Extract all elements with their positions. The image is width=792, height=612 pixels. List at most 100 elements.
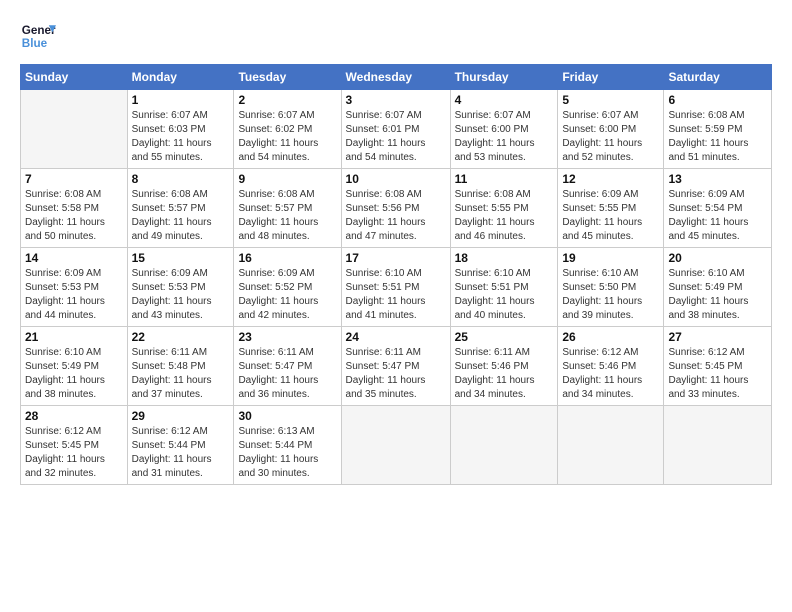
calendar-cell: 12 Sunrise: 6:09 AM Sunset: 5:55 PM Dayli… bbox=[558, 169, 664, 248]
calendar-cell: 28Sunrise: 6:12 AM Sunset: 5:45 PM Dayli… bbox=[21, 406, 128, 485]
calendar-cell: 22 Sunrise: 6:11 AM Sunset: 5:48 PM Dayli… bbox=[127, 327, 234, 406]
svg-text:Blue: Blue bbox=[22, 37, 48, 50]
day-info: Sunrise: 6:11 AM Sunset: 5:48 PM Dayligh… bbox=[132, 346, 230, 402]
day-number: 19 bbox=[562, 251, 659, 265]
day-info: Sunrise: 6:12 AM Sunset: 5:46 PM Dayligh… bbox=[562, 346, 659, 402]
calendar-cell: 3 Sunrise: 6:07 AM Sunset: 6:01 PM Daylig… bbox=[341, 90, 450, 169]
day-number: 17 bbox=[346, 251, 446, 265]
day-info: Sunrise: 6:08 AM Sunset: 5:59 PM Dayligh… bbox=[668, 109, 767, 165]
day-number: 10 bbox=[346, 172, 446, 186]
day-number: 5 bbox=[562, 93, 659, 107]
day-number: 24 bbox=[346, 330, 446, 344]
calendar-week-row: 21 Sunrise: 6:10 AM Sunset: 5:49 PM Dayli… bbox=[21, 327, 772, 406]
weekday-header: Tuesday bbox=[234, 65, 341, 90]
day-info: Sunrise: 6:11 AM Sunset: 5:47 PM Dayligh… bbox=[238, 346, 336, 402]
calendar-cell: 9 Sunrise: 6:08 AM Sunset: 5:57 PM Daylig… bbox=[234, 169, 341, 248]
day-number: 9 bbox=[238, 172, 336, 186]
page: General Blue SundayMondayTuesdayWednesda… bbox=[0, 0, 792, 612]
day-number: 18 bbox=[455, 251, 554, 265]
day-number: 22 bbox=[132, 330, 230, 344]
day-number: 29 bbox=[132, 409, 230, 423]
day-info: Sunrise: 6:11 AM Sunset: 5:47 PM Dayligh… bbox=[346, 346, 446, 402]
calendar-cell: 6 Sunrise: 6:08 AM Sunset: 5:59 PM Daylig… bbox=[664, 90, 772, 169]
header: General Blue bbox=[20, 18, 772, 54]
calendar-cell: 18 Sunrise: 6:10 AM Sunset: 5:51 PM Dayli… bbox=[450, 248, 558, 327]
day-info: Sunrise: 6:10 AM Sunset: 5:49 PM Dayligh… bbox=[668, 267, 767, 323]
calendar-cell: 26Sunrise: 6:12 AM Sunset: 5:46 PM Dayli… bbox=[558, 327, 664, 406]
calendar-cell: 13 Sunrise: 6:09 AM Sunset: 5:54 PM Dayli… bbox=[664, 169, 772, 248]
day-info: Sunrise: 6:08 AM Sunset: 5:57 PM Dayligh… bbox=[132, 188, 230, 244]
calendar-cell: 17 Sunrise: 6:10 AM Sunset: 5:51 PM Dayli… bbox=[341, 248, 450, 327]
calendar-header-row: SundayMondayTuesdayWednesdayThursdayFrid… bbox=[21, 65, 772, 90]
day-info: Sunrise: 6:10 AM Sunset: 5:49 PM Dayligh… bbox=[25, 346, 123, 402]
day-info: Sunrise: 6:09 AM Sunset: 5:53 PM Dayligh… bbox=[132, 267, 230, 323]
calendar-cell bbox=[558, 406, 664, 485]
calendar-cell: 15 Sunrise: 6:09 AM Sunset: 5:53 PM Dayli… bbox=[127, 248, 234, 327]
day-info: Sunrise: 6:08 AM Sunset: 5:55 PM Dayligh… bbox=[455, 188, 554, 244]
day-number: 15 bbox=[132, 251, 230, 265]
day-number: 20 bbox=[668, 251, 767, 265]
calendar-week-row: 28Sunrise: 6:12 AM Sunset: 5:45 PM Dayli… bbox=[21, 406, 772, 485]
day-info: Sunrise: 6:08 AM Sunset: 5:56 PM Dayligh… bbox=[346, 188, 446, 244]
day-info: Sunrise: 6:07 AM Sunset: 6:02 PM Dayligh… bbox=[238, 109, 336, 165]
day-info: Sunrise: 6:12 AM Sunset: 5:44 PM Dayligh… bbox=[132, 425, 230, 481]
calendar-cell bbox=[664, 406, 772, 485]
calendar-cell: 16 Sunrise: 6:09 AM Sunset: 5:52 PM Dayli… bbox=[234, 248, 341, 327]
day-number: 1 bbox=[132, 93, 230, 107]
day-number: 12 bbox=[562, 172, 659, 186]
day-number: 14 bbox=[25, 251, 123, 265]
calendar-cell: 14 Sunrise: 6:09 AM Sunset: 5:53 PM Dayli… bbox=[21, 248, 128, 327]
day-info: Sunrise: 6:12 AM Sunset: 5:45 PM Dayligh… bbox=[668, 346, 767, 402]
day-info: Sunrise: 6:09 AM Sunset: 5:54 PM Dayligh… bbox=[668, 188, 767, 244]
calendar-week-row: 7 Sunrise: 6:08 AM Sunset: 5:58 PM Daylig… bbox=[21, 169, 772, 248]
calendar-cell bbox=[450, 406, 558, 485]
weekday-header: Sunday bbox=[21, 65, 128, 90]
day-info: Sunrise: 6:12 AM Sunset: 5:45 PM Dayligh… bbox=[25, 425, 123, 481]
calendar-cell: 1 Sunrise: 6:07 AM Sunset: 6:03 PM Daylig… bbox=[127, 90, 234, 169]
logo-icon: General Blue bbox=[20, 18, 56, 54]
calendar-cell: 8Sunrise: 6:08 AM Sunset: 5:57 PM Daylig… bbox=[127, 169, 234, 248]
day-info: Sunrise: 6:09 AM Sunset: 5:52 PM Dayligh… bbox=[238, 267, 336, 323]
day-number: 6 bbox=[668, 93, 767, 107]
day-info: Sunrise: 6:08 AM Sunset: 5:58 PM Dayligh… bbox=[25, 188, 123, 244]
day-info: Sunrise: 6:09 AM Sunset: 5:53 PM Dayligh… bbox=[25, 267, 123, 323]
calendar-cell: 29 Sunrise: 6:12 AM Sunset: 5:44 PM Dayli… bbox=[127, 406, 234, 485]
day-number: 11 bbox=[455, 172, 554, 186]
calendar-cell: 5 Sunrise: 6:07 AM Sunset: 6:00 PM Daylig… bbox=[558, 90, 664, 169]
day-number: 13 bbox=[668, 172, 767, 186]
day-number: 16 bbox=[238, 251, 336, 265]
day-info: Sunrise: 6:10 AM Sunset: 5:51 PM Dayligh… bbox=[455, 267, 554, 323]
calendar-cell: 25Sunrise: 6:11 AM Sunset: 5:46 PM Dayli… bbox=[450, 327, 558, 406]
day-number: 3 bbox=[346, 93, 446, 107]
day-number: 4 bbox=[455, 93, 554, 107]
day-info: Sunrise: 6:07 AM Sunset: 6:00 PM Dayligh… bbox=[562, 109, 659, 165]
calendar-cell: 20 Sunrise: 6:10 AM Sunset: 5:49 PM Dayli… bbox=[664, 248, 772, 327]
calendar-cell: 30 Sunrise: 6:13 AM Sunset: 5:44 PM Dayli… bbox=[234, 406, 341, 485]
calendar-cell: 10 Sunrise: 6:08 AM Sunset: 5:56 PM Dayli… bbox=[341, 169, 450, 248]
calendar-cell: 19 Sunrise: 6:10 AM Sunset: 5:50 PM Dayli… bbox=[558, 248, 664, 327]
day-number: 30 bbox=[238, 409, 336, 423]
day-info: Sunrise: 6:09 AM Sunset: 5:55 PM Dayligh… bbox=[562, 188, 659, 244]
day-info: Sunrise: 6:07 AM Sunset: 6:01 PM Dayligh… bbox=[346, 109, 446, 165]
weekday-header: Saturday bbox=[664, 65, 772, 90]
day-info: Sunrise: 6:10 AM Sunset: 5:50 PM Dayligh… bbox=[562, 267, 659, 323]
day-info: Sunrise: 6:07 AM Sunset: 6:03 PM Dayligh… bbox=[132, 109, 230, 165]
calendar-cell: 2 Sunrise: 6:07 AM Sunset: 6:02 PM Daylig… bbox=[234, 90, 341, 169]
calendar-cell: 27 Sunrise: 6:12 AM Sunset: 5:45 PM Dayli… bbox=[664, 327, 772, 406]
day-info: Sunrise: 6:08 AM Sunset: 5:57 PM Dayligh… bbox=[238, 188, 336, 244]
logo: General Blue bbox=[20, 18, 58, 54]
day-info: Sunrise: 6:10 AM Sunset: 5:51 PM Dayligh… bbox=[346, 267, 446, 323]
calendar-cell: 7 Sunrise: 6:08 AM Sunset: 5:58 PM Daylig… bbox=[21, 169, 128, 248]
day-number: 27 bbox=[668, 330, 767, 344]
day-number: 21 bbox=[25, 330, 123, 344]
day-info: Sunrise: 6:07 AM Sunset: 6:00 PM Dayligh… bbox=[455, 109, 554, 165]
calendar-cell bbox=[21, 90, 128, 169]
weekday-header: Thursday bbox=[450, 65, 558, 90]
weekday-header: Friday bbox=[558, 65, 664, 90]
calendar-week-row: 1 Sunrise: 6:07 AM Sunset: 6:03 PM Daylig… bbox=[21, 90, 772, 169]
calendar-cell bbox=[341, 406, 450, 485]
day-number: 7 bbox=[25, 172, 123, 186]
day-info: Sunrise: 6:13 AM Sunset: 5:44 PM Dayligh… bbox=[238, 425, 336, 481]
day-number: 2 bbox=[238, 93, 336, 107]
day-number: 23 bbox=[238, 330, 336, 344]
